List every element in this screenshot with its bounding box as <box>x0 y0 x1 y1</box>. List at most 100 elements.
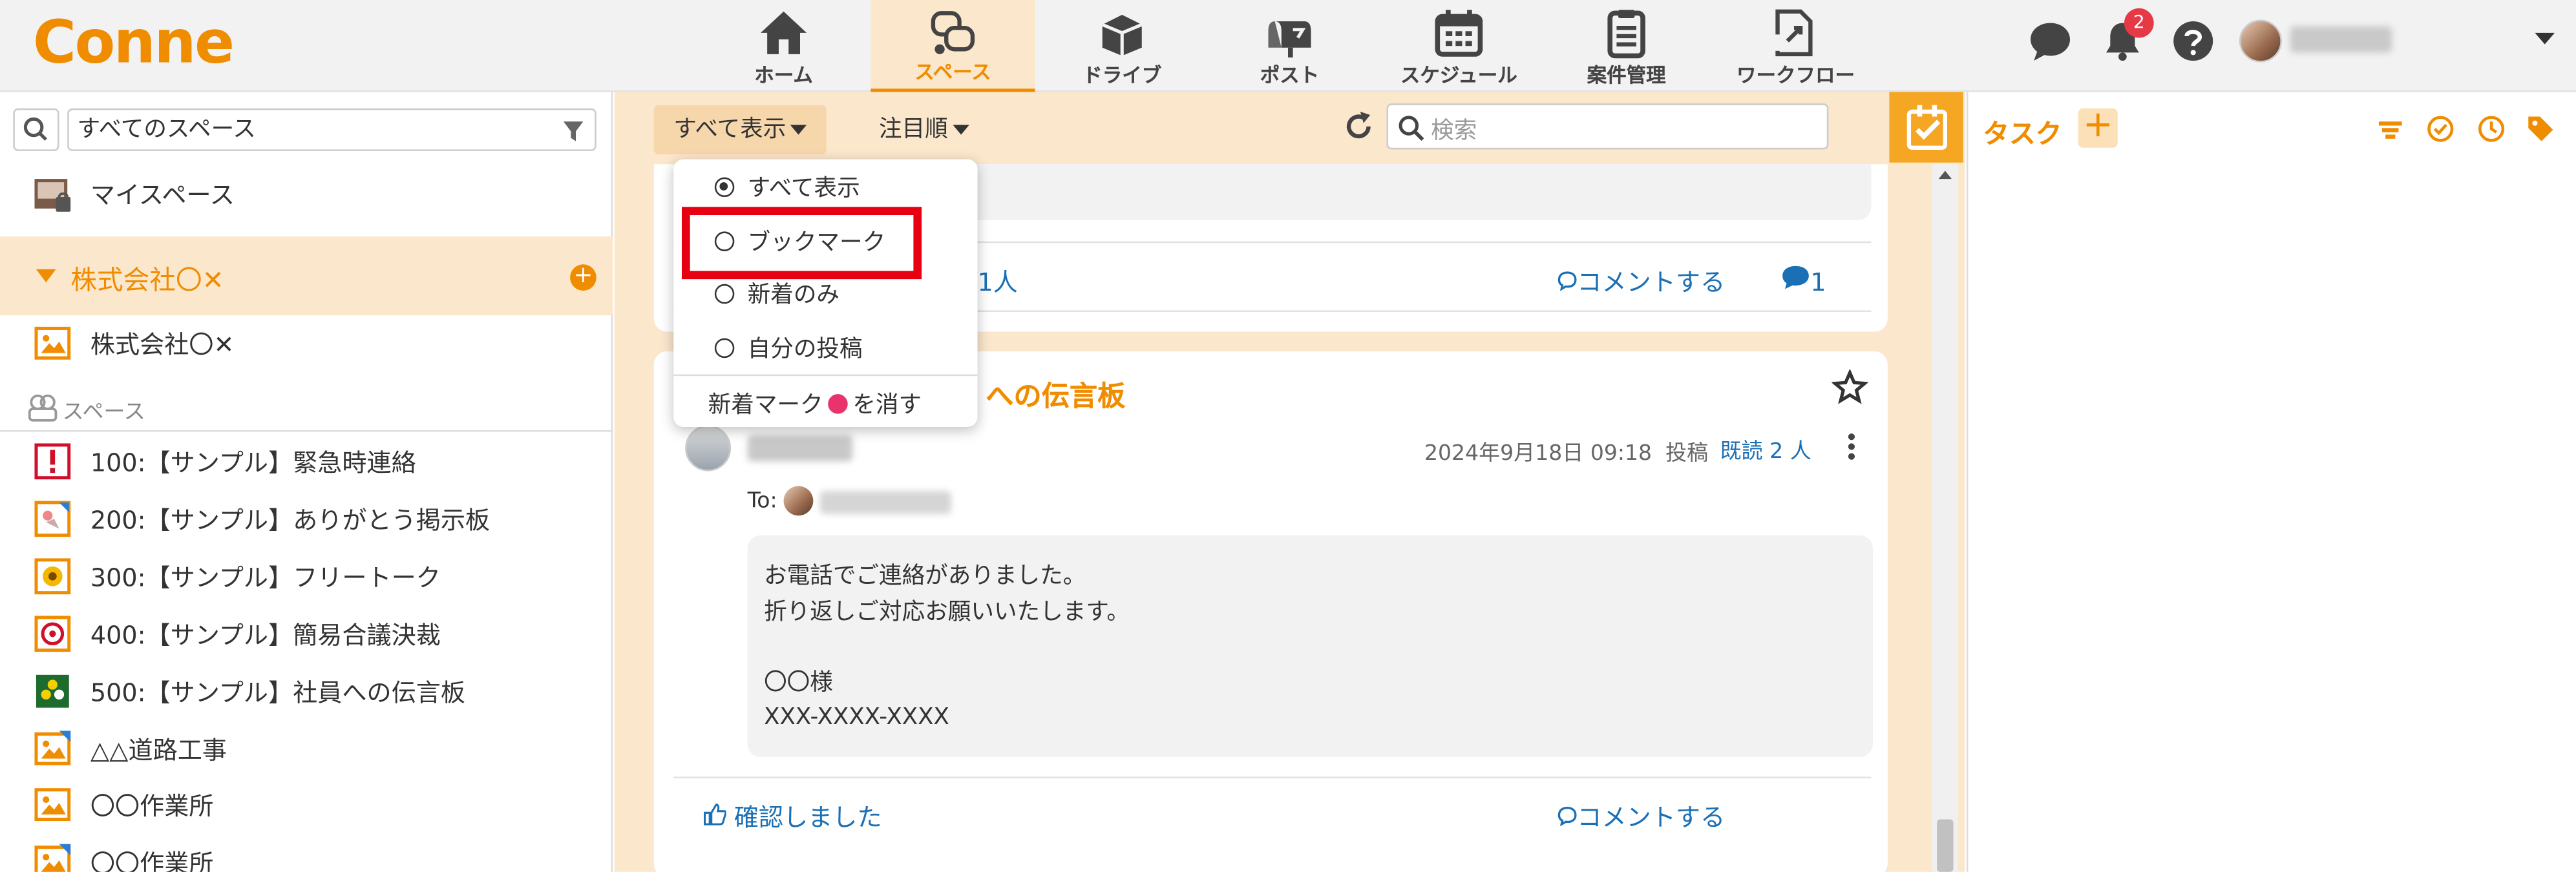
post-mailbox-icon <box>1268 21 1311 57</box>
filter-dropdown-menu: すべて表示 ブックマーク 新着のみ 自分の投稿 新着マーク を消す <box>673 159 978 427</box>
nav-home[interactable]: ホーム <box>701 0 865 92</box>
nav-space[interactable]: スペース <box>871 0 1035 92</box>
post-date-value: 2024年9月18日 09:18 <box>1424 441 1652 466</box>
comment-label: コメントする <box>1577 803 1726 833</box>
help-icon[interactable] <box>2172 20 2215 63</box>
user-avatar[interactable] <box>2239 19 2282 63</box>
space-filter-input[interactable]: すべてのスペース <box>67 108 596 151</box>
sidebar-item-space[interactable]: 200:【サンプル】ありがとう掲示板 <box>0 491 613 546</box>
confirm-label: 確認しました <box>734 803 882 833</box>
workflow-icon <box>1771 9 1813 57</box>
filter-icon[interactable] <box>562 120 585 143</box>
menu-item-label: 自分の投稿 <box>747 337 863 363</box>
sort-lines-icon[interactable] <box>2377 116 2403 143</box>
comment-button[interactable]: コメントする <box>1557 800 1725 834</box>
add-space-button[interactable]: + <box>570 264 596 291</box>
chevron-down-icon <box>953 125 969 135</box>
sidebar-item-space[interactable]: 500:【サンプル】社員への伝言板 <box>0 663 613 719</box>
menu-item-my-posts[interactable]: 自分の投稿 <box>673 322 977 374</box>
thanks-icon <box>34 501 71 537</box>
image-icon <box>34 788 71 822</box>
read-count-link[interactable]: 1人 <box>978 264 1018 298</box>
drive-box-icon <box>1101 14 1143 56</box>
check-circle-icon[interactable] <box>2427 115 2455 143</box>
sidebar-item-label: 〇〇作業所 <box>90 849 214 872</box>
post-search-input[interactable]: 検索 <box>1386 103 1829 150</box>
sidebar-company-group[interactable]: 株式会社〇✕ + <box>0 236 613 316</box>
post-body-line: 折り返しご対応お願いいたします。 <box>764 598 1130 625</box>
add-task-button[interactable]: + <box>2078 108 2118 148</box>
nav-project[interactable]: 案件管理 <box>1545 0 1709 92</box>
alert-icon <box>34 443 71 480</box>
sidebar-item-label: 500:【サンプル】社員への伝言板 <box>90 678 466 708</box>
account-menu-caret[interactable] <box>2535 32 2555 45</box>
clear-new-marks-button[interactable]: 新着マーク を消す <box>708 388 922 420</box>
scrollbar-thumb[interactable] <box>1937 819 1954 872</box>
sidebar-item-label: 300:【サンプル】フリートーク <box>90 563 441 593</box>
sidebar-item-company-space[interactable]: 株式会社〇✕ <box>0 315 613 371</box>
divider <box>673 374 978 377</box>
space-search-button[interactable] <box>13 108 59 151</box>
post-body-line: XXX-XXXX-XXXX <box>764 704 949 731</box>
divider <box>0 430 613 432</box>
nav-workflow[interactable]: ワークフロー <box>1713 0 1877 92</box>
sidebar-item-label: マイスペース <box>90 180 235 211</box>
sidebar-item-label: 〇〇作業所 <box>90 791 214 822</box>
scroll-up-arrow[interactable] <box>1938 171 1952 180</box>
space-sidebar: すべてのスペース マイスペース 株式会社〇✕ + 株式会社〇✕ スペース 100… <box>0 92 613 872</box>
sidebar-item-space[interactable]: 100:【サンプル】緊急時連絡 <box>0 433 613 489</box>
post-body-line <box>764 630 1856 666</box>
nav-label: ポスト <box>1260 64 1320 87</box>
sidebar-item-space[interactable]: △△道路工事 <box>0 721 613 776</box>
radio-selected-icon <box>714 177 735 198</box>
show-all-dropdown[interactable]: すべて表示 <box>653 105 827 154</box>
sidebar-item-space[interactable]: 〇〇作業所 <box>0 834 613 872</box>
image-icon <box>34 844 71 872</box>
collapse-icon[interactable] <box>36 269 56 283</box>
board-icon <box>36 674 69 708</box>
clock-icon[interactable] <box>2477 115 2505 143</box>
spaces-group-icon <box>28 394 58 422</box>
app-header: Conne ホーム スペース ドライブ ポスト スケジュール 案件管理 ワークフ… <box>0 0 2576 92</box>
radio-icon <box>714 338 735 358</box>
nav-schedule[interactable]: スケジュール <box>1377 0 1541 92</box>
sidebar-item-space[interactable]: 400:【サンプル】簡易合議決裁 <box>0 606 613 661</box>
notification-badge: 2 <box>2124 8 2154 38</box>
nav-label: ドライブ <box>1082 64 1162 87</box>
comment-button[interactable]: コメントする <box>1557 264 1725 298</box>
comment-icon <box>1557 271 1577 291</box>
nav-label: スペース <box>914 61 991 84</box>
post-space-title[interactable]: への伝言板 <box>986 373 1125 414</box>
nav-drive[interactable]: ドライブ <box>1040 0 1204 92</box>
show-all-label: すべて表示 <box>673 116 787 143</box>
author-avatar[interactable] <box>685 425 732 472</box>
chat-icon[interactable] <box>2029 20 2071 63</box>
spaces-heading: スペース <box>26 393 145 429</box>
confirm-button[interactable]: 確認しました <box>703 800 882 834</box>
radio-icon <box>714 284 735 304</box>
menu-item-show-all[interactable]: すべて表示 <box>673 161 977 213</box>
comment-count-value: 1 <box>1810 267 1826 298</box>
sidebar-item-my-space[interactable]: マイスペース <box>0 166 613 222</box>
sidebar-item-label: 200:【サンプル】ありがとう掲示板 <box>90 505 491 535</box>
comment-count[interactable]: 1 <box>1781 264 1826 297</box>
sidebar-item-space[interactable]: 〇〇作業所 <box>0 776 613 832</box>
tag-icon[interactable] <box>2527 115 2555 143</box>
image-icon <box>34 731 71 765</box>
refresh-icon[interactable] <box>1342 110 1375 143</box>
more-menu-icon[interactable] <box>1843 430 1859 463</box>
space-chat-icon <box>931 11 975 54</box>
divider <box>673 776 1872 778</box>
sidebar-item-label: 400:【サンプル】簡易合議決裁 <box>90 620 441 650</box>
task-panel-tab[interactable] <box>1889 92 1963 163</box>
clear-new-marks-label-after: を消す <box>852 392 922 419</box>
scrollbar[interactable] <box>1932 164 1959 872</box>
nav-post[interactable]: ポスト <box>1207 0 1371 92</box>
sort-dropdown[interactable]: 注目順 <box>860 105 989 154</box>
nav-label: 案件管理 <box>1587 64 1666 87</box>
comment-icon <box>1557 807 1577 827</box>
bookmark-star-icon[interactable] <box>1832 369 1868 406</box>
read-count-link[interactable]: 既読 2 人 <box>1720 433 1811 464</box>
app-logo[interactable]: Conne <box>33 10 235 77</box>
sidebar-item-space[interactable]: 300:【サンプル】フリートーク <box>0 548 613 604</box>
